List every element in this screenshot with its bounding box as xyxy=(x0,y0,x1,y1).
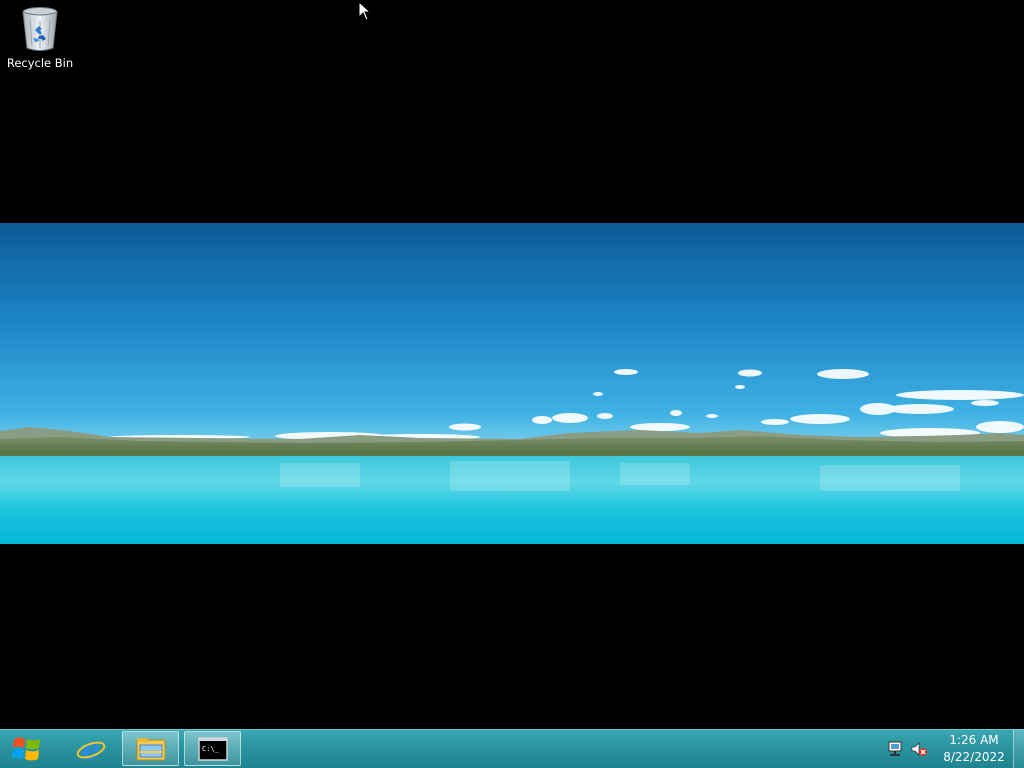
wallpaper xyxy=(0,223,1024,544)
windows-logo-icon xyxy=(12,737,40,761)
taskbar: e C:\_ 1:26 AM 8/22/2022 xyxy=(0,729,1024,768)
lake-landscape-image xyxy=(0,223,1024,544)
taskbar-file-explorer[interactable] xyxy=(122,731,179,766)
desktop-icon-label: Recycle Bin xyxy=(6,56,74,70)
file-explorer-icon xyxy=(136,737,165,760)
desktop-icon-recycle-bin[interactable]: Recycle Bin xyxy=(4,4,76,76)
clock-time: 1:26 AM xyxy=(949,733,999,747)
taskbar-command-prompt[interactable]: C:\_ xyxy=(184,731,241,766)
start-button[interactable] xyxy=(0,730,54,768)
taskbar-internet-explorer[interactable]: e xyxy=(62,731,119,766)
svg-text:e: e xyxy=(82,734,100,764)
network-icon[interactable] xyxy=(886,740,904,758)
clock-date: 8/22/2022 xyxy=(943,750,1005,764)
recycle-bin-icon xyxy=(20,6,60,52)
volume-muted-icon[interactable] xyxy=(910,740,928,758)
show-desktop-button[interactable] xyxy=(1013,730,1024,768)
system-tray: 1:26 AM 8/22/2022 xyxy=(883,730,1024,768)
clock[interactable]: 1:26 AM 8/22/2022 xyxy=(939,732,1009,766)
mouse-cursor-icon xyxy=(358,0,372,21)
svg-text:C:\_: C:\_ xyxy=(202,745,220,753)
command-prompt-icon: C:\_ xyxy=(197,736,228,761)
desktop[interactable]: Recycle Bin xyxy=(0,0,1024,729)
internet-explorer-icon: e xyxy=(76,734,105,764)
